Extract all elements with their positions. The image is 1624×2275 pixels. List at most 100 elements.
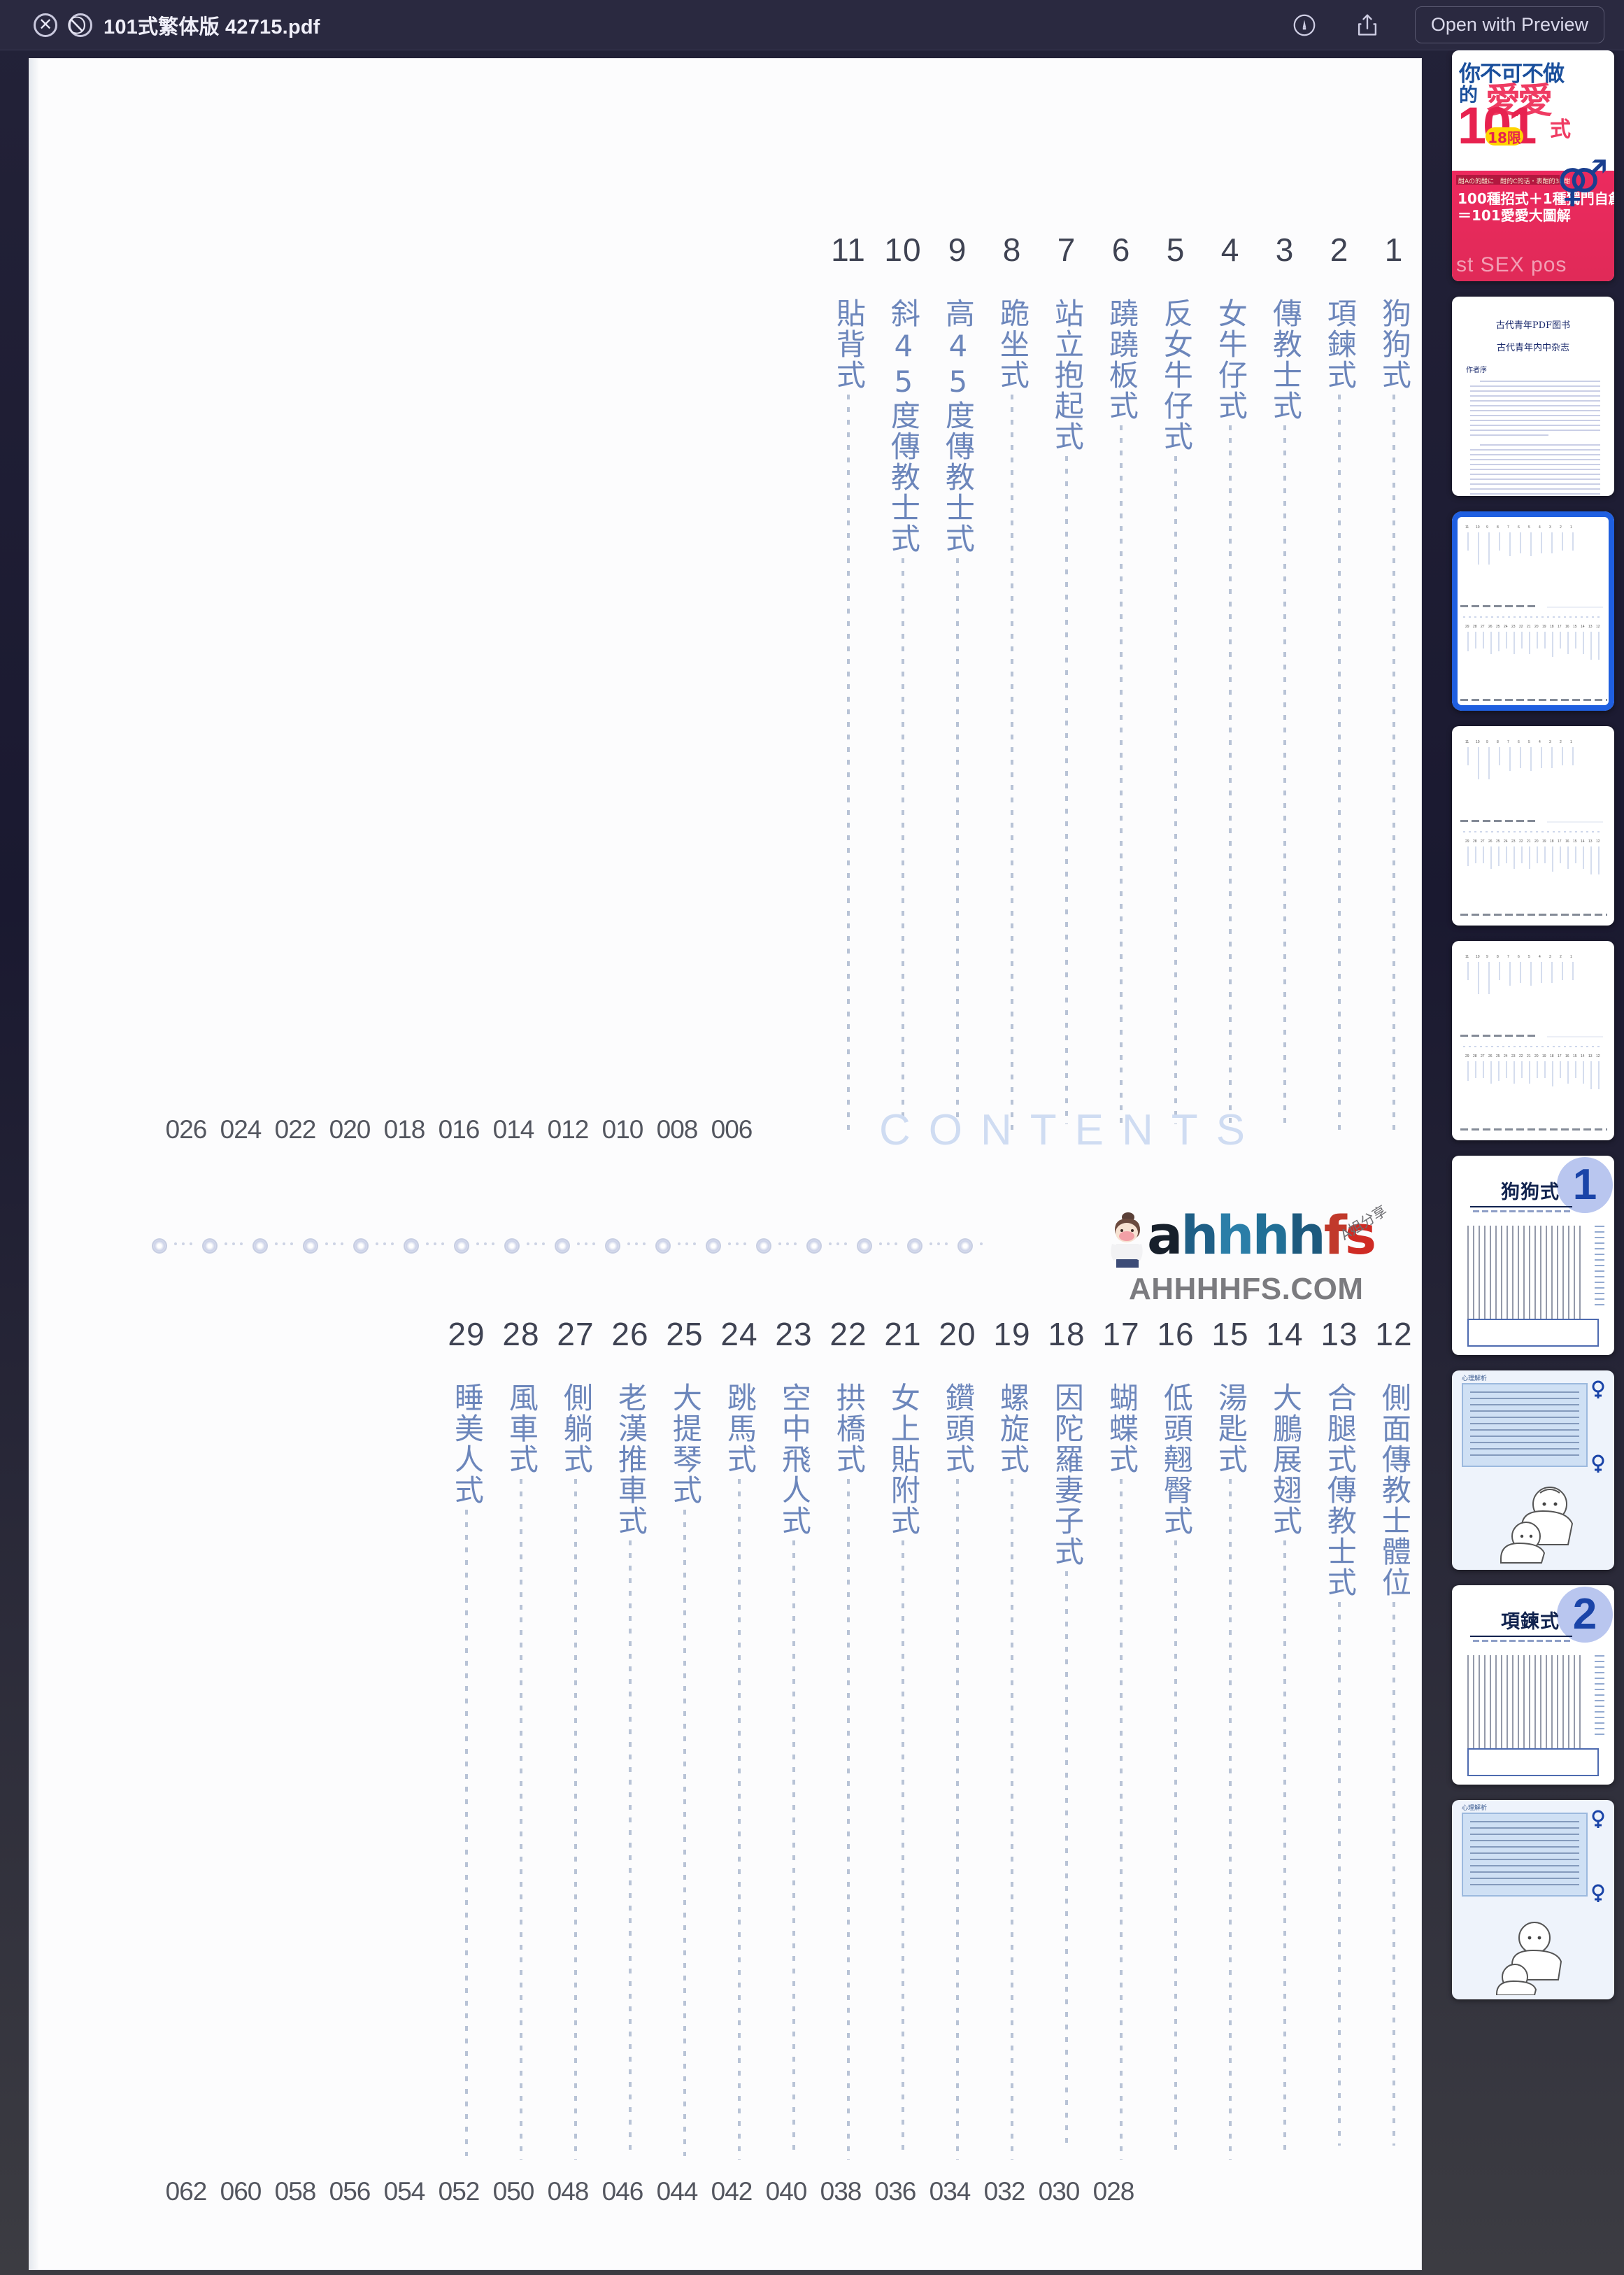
- thumbnail-toc-selected[interactable]: 11 10 9 8 7 6 5 4 3 2 1 29 28 27 26 25 24 23 22 21 20 19 18 17 1…: [1452, 511, 1614, 711]
- no-entry-icon[interactable]: ⃠: [69, 13, 92, 37]
- mini-toc-column: [1562, 747, 1563, 765]
- toc-entry[interactable]: 20 鑽頭式: [930, 1318, 985, 2160]
- toc-entry-title: 蝴蝶式: [1104, 1382, 1139, 1475]
- mini-toc-column: [1530, 962, 1532, 986]
- toc-entry[interactable]: 21 女上貼附式: [876, 1318, 930, 2153]
- toc-entry[interactable]: 12 側面傳教士體位: [1367, 1318, 1421, 2146]
- mini-toc-column: [1506, 1061, 1507, 1078]
- toc-entry[interactable]: 27 側躺式: [548, 1318, 603, 2160]
- toc-entry-title: 跪坐式: [995, 298, 1030, 390]
- toc-entry[interactable]: 18 因陀羅妻子式: [1039, 1318, 1094, 2149]
- toc-entry[interactable]: 23 空中飛人式: [767, 1318, 821, 2153]
- thumbnail-lesson-1[interactable]: 1 狗狗式: [1452, 1156, 1614, 1355]
- toc-entry[interactable]: 5 反女牛仔式: [1148, 234, 1203, 1124]
- toc-entry[interactable]: 9 高45度傳教士式: [930, 234, 985, 1124]
- mini-toc-column: [1529, 632, 1530, 654]
- toc-entry[interactable]: 26 老漢推車式: [603, 1318, 657, 2153]
- mini-toc-number: 15: [1573, 1054, 1577, 1058]
- toc-entry-number: 9: [948, 232, 967, 268]
- share-icon[interactable]: [1352, 10, 1383, 41]
- mini-toc-number: 26: [1488, 839, 1493, 844]
- thumbnail-toc-page-2[interactable]: 11 10 9 8 7 6 5 4 3 2 1 29 28 27 26 25 24 23 22 21 20 19 18 17 1…: [1452, 726, 1614, 926]
- thumb-text-subtitle: 古代青年内中杂志: [1496, 343, 1569, 353]
- close-circle-icon[interactable]: ✕: [34, 13, 57, 37]
- thumbnail-text-page[interactable]: 古代青年PDF图书 古代青年内中杂志 作者序: [1452, 297, 1614, 496]
- mini-toc-column: [1513, 1061, 1515, 1084]
- toc-entry[interactable]: 22 拱橋式: [821, 1318, 876, 2160]
- mini-toc-column: [1575, 1061, 1576, 1078]
- toc-entry[interactable]: 29 睡美人式: [439, 1318, 494, 2156]
- toc-entry[interactable]: 11 貼背式: [821, 234, 876, 1131]
- toc-entry[interactable]: 4 女牛仔式: [1203, 234, 1258, 1128]
- markup-icon[interactable]: [1289, 10, 1320, 41]
- mini-toc-column: [1529, 846, 1530, 869]
- mini-toc-column: [1483, 1061, 1484, 1078]
- mini-toc-number: 7: [1507, 955, 1509, 959]
- mini-toc-column: [1498, 632, 1500, 651]
- document-viewport[interactable]: 1 狗狗式 2 項鍊式 3 傳教士式 4 女牛仔式 5 反女牛仔式 6 蹺蹺板式 7 站立抱起式 8 跪坐式 9…: [0, 50, 1442, 2275]
- toc-entry[interactable]: 19 螺旋式: [985, 1318, 1039, 2160]
- mini-divider: [1463, 831, 1603, 832]
- toc-entry[interactable]: 16 低頭翹臀式: [1148, 1318, 1203, 2153]
- toc-entry[interactable]: 28 風車式: [494, 1318, 548, 2160]
- mini-toc-column: [1575, 846, 1576, 863]
- toc-page-number: 012: [547, 1115, 590, 1144]
- thumbnail-illustration-2[interactable]: 心理解析: [1452, 1800, 1614, 1999]
- lesson-badge-number-2: 2: [1572, 1590, 1597, 1638]
- mini-toc-column: [1560, 846, 1561, 863]
- toc-leader-dots: [792, 1540, 795, 2153]
- toc-entry-title: 側躺式: [559, 1382, 594, 1475]
- toc-entry[interactable]: 1 狗狗式: [1367, 234, 1421, 1131]
- divider-motif: [202, 1238, 252, 1254]
- toc-entry[interactable]: 15 湯匙式: [1203, 1318, 1258, 2160]
- thumbnail-sidebar[interactable]: 你不可不做 的 愛愛 101 式 18限 酣Aの的酸に 酣的C的话・表酣的3D酣…: [1442, 50, 1624, 2275]
- toc-leader-dots: [847, 1479, 850, 2160]
- toc-entry[interactable]: 2 項鍊式: [1312, 234, 1367, 1131]
- lesson-subtitle-2: [1473, 1640, 1571, 1642]
- toc-leader-dots: [1229, 1479, 1232, 2160]
- mini-toc-number: 4: [1539, 955, 1541, 959]
- lesson-rule-1: [1470, 1206, 1572, 1207]
- toc-leader-dots: [1283, 425, 1286, 1128]
- thumb-text-author: 作者序: [1466, 367, 1487, 374]
- toc-entry[interactable]: 24 跳馬式: [712, 1318, 767, 2160]
- mini-toc-number: 20: [1534, 1054, 1539, 1058]
- mini-toc-number: 8: [1497, 740, 1499, 744]
- toc-entry-title: 因陀羅妻子式: [1050, 1382, 1085, 1567]
- contents-heading: CONTENTS: [879, 1106, 1263, 1154]
- mini-toc-number: 4: [1539, 525, 1541, 530]
- toc-leader-dots: [1011, 395, 1013, 1131]
- mini-toc-column: [1509, 532, 1511, 556]
- mini-toc-number: 6: [1518, 525, 1520, 530]
- mini-toc-number: 7: [1507, 525, 1509, 530]
- mini-toc-column: [1475, 846, 1476, 863]
- titlebar-right-group: Open with Preview: [1289, 6, 1604, 43]
- thumbnail-cover[interactable]: 你不可不做 的 愛愛 101 式 18限 酣Aの的酸に 酣的C的话・表酣的3D酣…: [1452, 50, 1614, 281]
- divider-motif: [454, 1238, 504, 1254]
- illus-panel-lines-1: [1470, 1391, 1579, 1459]
- mini-toc-number: 6: [1518, 740, 1520, 744]
- mini-toc-column: [1544, 632, 1546, 649]
- toc-entry[interactable]: 17 蝴蝶式: [1094, 1318, 1148, 2160]
- mini-toc-column: [1537, 846, 1538, 863]
- mini-toc-column: [1590, 1061, 1592, 1089]
- toc-entry[interactable]: 10 斜45度傳教士式: [876, 234, 930, 1124]
- toc-entry[interactable]: 13 合腿式傳教士式: [1312, 1318, 1367, 2146]
- thumbnail-illustration-1[interactable]: 心理解析: [1452, 1370, 1614, 1570]
- mini-toc-number: 21: [1527, 1054, 1531, 1058]
- toc-entry[interactable]: 6 蹺蹺板式: [1094, 234, 1148, 1128]
- toc-entry-title: 反女牛仔式: [1159, 298, 1194, 452]
- mini-toc-number: 2: [1560, 525, 1562, 530]
- thumbnail-toc-page-3[interactable]: 11 10 9 8 7 6 5 4 3 2 1 29 28 27 26 25 24 23 22 21 20 19 18 17 1…: [1452, 941, 1614, 1140]
- mini-toc-number: 11: [1465, 525, 1469, 530]
- open-with-preview-button[interactable]: Open with Preview: [1414, 6, 1604, 43]
- toc-entry[interactable]: 7 站立抱起式: [1039, 234, 1094, 1124]
- toc-entry[interactable]: 8 跪坐式: [985, 234, 1039, 1131]
- toc-entry[interactable]: 25 大提琴式: [657, 1318, 712, 2156]
- thumbnail-lesson-2[interactable]: 2 項鍊式: [1452, 1585, 1614, 1785]
- toc-entry-number: 7: [1057, 232, 1076, 268]
- toc-entry[interactable]: 14 大鵬展翅式: [1258, 1318, 1312, 2153]
- toc-leader-dots: [1065, 456, 1068, 1124]
- watermark-script: ahhhhfs: [1147, 1204, 1376, 1266]
- toc-entry[interactable]: 3 傳教士式: [1258, 234, 1312, 1128]
